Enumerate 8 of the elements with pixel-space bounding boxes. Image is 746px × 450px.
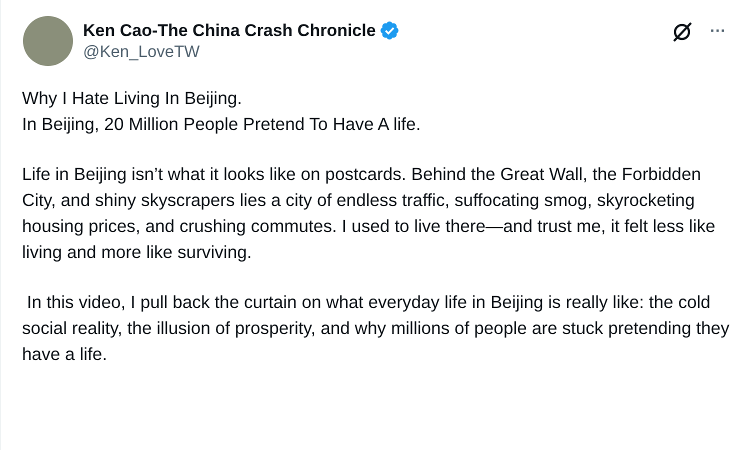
post-paragraph: Life in Beijing isn’t what it looks like on postcards. Behind the Great Wall, the Forbidden City, and shiny skyscrapers lies a city of endless traffic, suffocating smog, skyrocketing housing prices, and crushing commutes. I used to live there—and trust me, it felt less like living and more like surviving.	[22, 163, 716, 264]
more-options-button[interactable]: ···	[706, 23, 730, 41]
author-name[interactable]: Ken Cao-The China Crash Chronicle	[83, 20, 376, 40]
post-paragraph: In this video, I pull back the curtain on what everyday life in Beijing is really like: the cold social reality, the illusion of prosperity, and why millions of people are stuck pretending they have a life.	[22, 291, 730, 366]
avatar[interactable]	[23, 16, 73, 66]
author-handle[interactable]: @Ken_LoveTW	[83, 43, 660, 62]
post-paragraph: Why I Hate Living In Beijing. In Beijing, 20 Million People Pretend To Have A life.	[22, 87, 422, 136]
slashed-circle-icon[interactable]	[670, 20, 694, 44]
